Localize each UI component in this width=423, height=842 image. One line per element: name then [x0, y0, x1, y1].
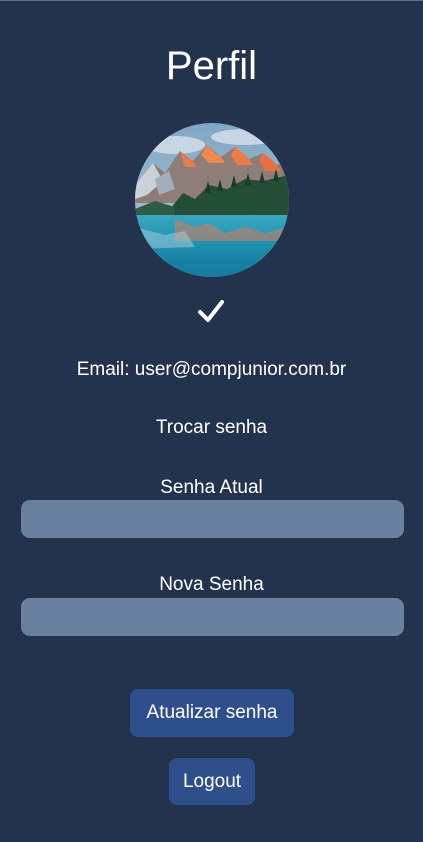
change-password-title: Trocar senha: [155, 417, 268, 438]
page-title: Perfil: [165, 44, 258, 88]
new-password-input[interactable]: [21, 598, 404, 636]
landscape-photo: [135, 123, 289, 277]
logout-button[interactable]: Logout: [169, 758, 255, 805]
update-password-button[interactable]: Atualizar senha: [130, 689, 294, 737]
check-icon: [198, 300, 224, 322]
current-password-label: Senha Atual: [160, 477, 263, 498]
avatar: [135, 123, 289, 277]
email-text: Email: user@compjunior.com.br: [76, 359, 347, 380]
new-password-label: Nova Senha: [159, 574, 264, 595]
top-divider: [0, 0, 423, 1]
current-password-input[interactable]: [21, 500, 404, 538]
